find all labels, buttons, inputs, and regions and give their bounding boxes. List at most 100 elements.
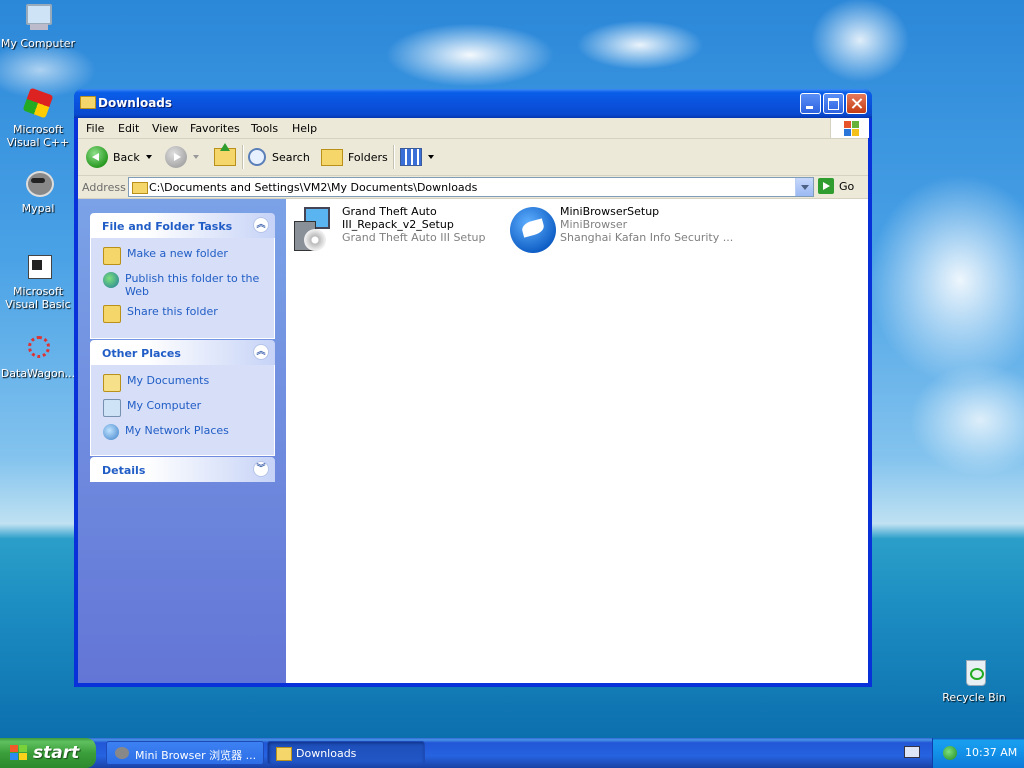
panel-title: Details bbox=[102, 464, 146, 477]
menu-tools[interactable]: Tools bbox=[251, 122, 278, 135]
explorer-window: Downloads File Edit View Favorites Tools… bbox=[74, 89, 872, 687]
network-icon bbox=[103, 424, 119, 440]
file-text: Grand Theft Auto III_Repack_v2_Setup Gra… bbox=[342, 205, 485, 257]
other-places-panel: Other Places ︽ My Documents My Computer … bbox=[90, 340, 275, 456]
desktop-icon-datawagon[interactable]: DataWagon... bbox=[0, 332, 76, 380]
desktop-icon-label: Recycle Bin bbox=[942, 691, 1006, 704]
toolbar: Back Search Folders bbox=[78, 139, 868, 176]
menu-favorites[interactable]: Favorites bbox=[190, 122, 240, 135]
place-label: My Computer bbox=[127, 399, 202, 412]
installer-icon bbox=[290, 205, 338, 253]
start-label: start bbox=[33, 743, 80, 763]
place-label: My Network Places bbox=[125, 424, 229, 437]
network-status-icon[interactable] bbox=[943, 746, 957, 760]
address-dropdown-button[interactable] bbox=[795, 178, 813, 196]
file-view: Grand Theft Auto III_Repack_v2_Setup Gra… bbox=[286, 199, 868, 683]
windows-logo-icon bbox=[830, 118, 869, 138]
taskbar-item-downloads[interactable]: Downloads bbox=[267, 741, 425, 765]
forward-arrow-icon bbox=[165, 146, 187, 168]
desktop-icon-label: DataWagon... bbox=[0, 367, 76, 380]
task-make-new-folder[interactable]: Make a new folder bbox=[103, 247, 264, 265]
task-pane: File and Folder Tasks ︽ Make a new folde… bbox=[78, 199, 286, 683]
documents-folder-icon bbox=[103, 374, 121, 392]
desktop-icon-label: Mypal bbox=[21, 202, 55, 215]
task-share-folder[interactable]: Share this folder bbox=[103, 305, 264, 323]
menu-bar: File Edit View Favorites Tools Help bbox=[78, 118, 869, 139]
panel-header[interactable]: File and Folder Tasks ︽ bbox=[90, 213, 275, 238]
datawagon-icon bbox=[22, 332, 54, 364]
close-button[interactable] bbox=[846, 93, 867, 114]
up-folder-icon bbox=[214, 143, 236, 166]
menu-view[interactable]: View bbox=[152, 122, 178, 135]
go-button[interactable]: Go bbox=[818, 178, 854, 194]
task-label: Make a new folder bbox=[127, 247, 228, 260]
file-name: MiniBrowserSetup bbox=[560, 205, 660, 218]
folder-icon bbox=[132, 182, 148, 194]
menu-file[interactable]: File bbox=[86, 122, 104, 135]
folder-icon bbox=[80, 96, 96, 109]
raccoon-icon bbox=[115, 747, 129, 759]
desktop-icon-visual-basic[interactable]: Microsoft Visual Basic 6.0 bbox=[0, 250, 76, 311]
desktop-icon-mypal[interactable]: Mypal bbox=[0, 167, 76, 215]
menu-help[interactable]: Help bbox=[292, 122, 317, 135]
recycle-bin-icon bbox=[958, 656, 990, 688]
file-item-minibrowser-setup[interactable]: MiniBrowserSetup MiniBrowser Shanghai Ka… bbox=[508, 205, 733, 257]
share-folder-icon bbox=[103, 305, 121, 323]
visual-cpp-icon bbox=[22, 87, 54, 120]
taskbar-item-label: Mini Browser 浏览器 ... bbox=[135, 749, 257, 762]
expand-icon[interactable]: ︾ bbox=[253, 461, 269, 477]
file-text: MiniBrowserSetup MiniBrowser Shanghai Ka… bbox=[560, 205, 733, 257]
address-value: C:\Documents and Settings\VM2\My Documen… bbox=[149, 181, 478, 194]
folders-button[interactable]: Folders bbox=[321, 145, 388, 169]
new-folder-icon bbox=[103, 247, 121, 265]
panel-header[interactable]: Other Places ︽ bbox=[90, 340, 275, 365]
back-button[interactable]: Back bbox=[86, 145, 152, 169]
desktop-icon-label: Microsoft Visual Basic 6.0 bbox=[5, 285, 71, 311]
chevron-down-icon[interactable] bbox=[145, 155, 152, 159]
place-my-documents[interactable]: My Documents bbox=[103, 374, 264, 392]
system-tray: 10:37 AM bbox=[932, 738, 1024, 768]
chevron-down-icon[interactable] bbox=[428, 155, 434, 159]
go-arrow-icon bbox=[818, 178, 834, 194]
file-description: MiniBrowser bbox=[560, 218, 628, 231]
clock[interactable]: 10:37 AM bbox=[965, 746, 1017, 759]
file-name-line2: III_Repack_v2_Setup bbox=[342, 218, 454, 231]
place-my-computer[interactable]: My Computer bbox=[103, 399, 264, 417]
computer-icon bbox=[22, 2, 54, 34]
address-input[interactable]: C:\Documents and Settings\VM2\My Documen… bbox=[128, 177, 814, 197]
file-description: Grand Theft Auto III Setup bbox=[342, 231, 486, 244]
desktop-icon-recycle-bin[interactable]: Recycle Bin bbox=[936, 656, 1012, 704]
forward-button[interactable] bbox=[165, 145, 199, 169]
search-label: Search bbox=[272, 150, 310, 164]
up-folder-button[interactable] bbox=[214, 143, 236, 169]
start-button[interactable]: start bbox=[0, 738, 96, 768]
keyboard-icon[interactable] bbox=[904, 746, 920, 758]
task-publish-folder[interactable]: Publish this folder to the Web bbox=[103, 272, 264, 298]
panel-body: Make a new folder Publish this folder to… bbox=[90, 238, 275, 339]
go-label: Go bbox=[839, 179, 855, 193]
search-button[interactable]: Search bbox=[248, 145, 310, 169]
desktop-icon-my-computer[interactable]: My Computer bbox=[0, 2, 76, 50]
maximize-button[interactable] bbox=[823, 93, 844, 114]
place-my-network[interactable]: My Network Places bbox=[103, 424, 264, 440]
desktop-icon-label: Microsoft Visual C++ 6.0 bbox=[6, 123, 70, 149]
desktop-icon-visual-cpp[interactable]: Microsoft Visual C++ 6.0 bbox=[0, 87, 76, 149]
minimize-button[interactable] bbox=[800, 93, 821, 114]
address-bar: Address C:\Documents and Settings\VM2\My… bbox=[78, 176, 868, 199]
chevron-down-icon[interactable] bbox=[193, 155, 199, 159]
panel-title: File and Folder Tasks bbox=[102, 220, 233, 233]
collapse-icon[interactable]: ︽ bbox=[253, 344, 269, 360]
panel-title: Other Places bbox=[102, 347, 181, 360]
window-client: File Edit View Favorites Tools Help Back bbox=[78, 118, 869, 683]
taskbar-item-mini-browser[interactable]: Mini Browser 浏览器 ... bbox=[106, 741, 264, 765]
title-bar[interactable]: Downloads bbox=[74, 89, 872, 118]
file-item-gta3-setup[interactable]: Grand Theft Auto III_Repack_v2_Setup Gra… bbox=[290, 205, 485, 257]
folders-icon bbox=[321, 148, 343, 166]
menu-edit[interactable]: Edit bbox=[118, 122, 139, 135]
taskbar-item-label: Downloads bbox=[296, 747, 357, 760]
panel-header[interactable]: Details ︾ bbox=[90, 457, 275, 482]
raccoon-icon bbox=[22, 167, 54, 199]
collapse-icon[interactable]: ︽ bbox=[253, 217, 269, 233]
views-button[interactable] bbox=[400, 145, 434, 169]
views-icon bbox=[400, 148, 422, 166]
